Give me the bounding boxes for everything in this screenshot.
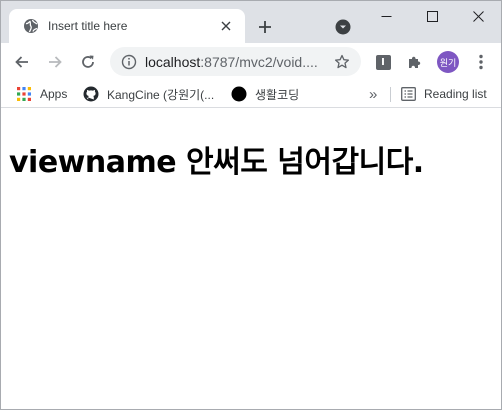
- bookmarks-divider: [390, 87, 391, 102]
- bookmarks-bar: Apps KangCine (강원기(... 생활코딩 » Reading li…: [1, 80, 501, 108]
- tab-search-button[interactable]: [332, 16, 354, 38]
- apps-grid-icon: [16, 86, 32, 102]
- site-info-icon[interactable]: [121, 54, 137, 70]
- black-circle-icon: [231, 86, 247, 102]
- close-tab-icon[interactable]: [217, 17, 235, 35]
- page-content: viewname 안써도 넘어갑니다.: [1, 108, 501, 409]
- close-window-button[interactable]: [455, 1, 501, 31]
- page-heading: viewname 안써도 넘어갑니다.: [9, 145, 424, 180]
- maximize-button[interactable]: [409, 1, 455, 31]
- bookmarks-overflow-button[interactable]: »: [369, 85, 377, 103]
- new-tab-button[interactable]: [253, 15, 277, 39]
- profile-avatar[interactable]: 원기: [437, 51, 459, 73]
- reading-list-icon: [400, 86, 416, 102]
- bookmark-apps[interactable]: Apps: [16, 85, 67, 103]
- bookmark-saenghwalcoding[interactable]: 생활코딩: [231, 85, 299, 103]
- browser-window: Insert title here localhost:8787/mvc2/vo…: [0, 0, 502, 410]
- url-host: localhost: [145, 53, 201, 70]
- minimize-button[interactable]: [363, 1, 409, 31]
- bookmark-kangcine-label: KangCine (강원기(...: [107, 87, 215, 102]
- reading-list-label: Reading list: [424, 87, 487, 101]
- reload-button[interactable]: [75, 49, 101, 75]
- forward-button[interactable]: [42, 49, 68, 75]
- extensions-puzzle-icon[interactable]: [404, 51, 426, 73]
- toolbar: localhost:8787/mvc2/void.... I 원기: [1, 43, 501, 80]
- back-button[interactable]: [9, 49, 35, 75]
- github-icon: [83, 86, 99, 102]
- bookmark-apps-label: Apps: [40, 87, 68, 101]
- url-path: :8787/mvc2/void....: [200, 53, 318, 70]
- reading-list-button[interactable]: Reading list: [400, 85, 487, 103]
- tab-title: Insert title here: [48, 19, 128, 33]
- extension-i-icon[interactable]: I: [372, 51, 394, 73]
- address-bar[interactable]: localhost:8787/mvc2/void....: [110, 47, 361, 76]
- url-text: localhost:8787/mvc2/void....: [145, 54, 333, 70]
- menu-kebab-icon[interactable]: [470, 51, 492, 73]
- bookmark-kangcine[interactable]: KangCine (강원기(...: [83, 85, 214, 103]
- bookmark-saenghwalcoding-label: 생활코딩: [255, 87, 300, 102]
- tab-strip: Insert title here: [1, 1, 501, 43]
- active-tab[interactable]: Insert title here: [9, 9, 245, 43]
- globe-icon: [23, 18, 39, 34]
- bookmark-star-icon[interactable]: [333, 53, 351, 71]
